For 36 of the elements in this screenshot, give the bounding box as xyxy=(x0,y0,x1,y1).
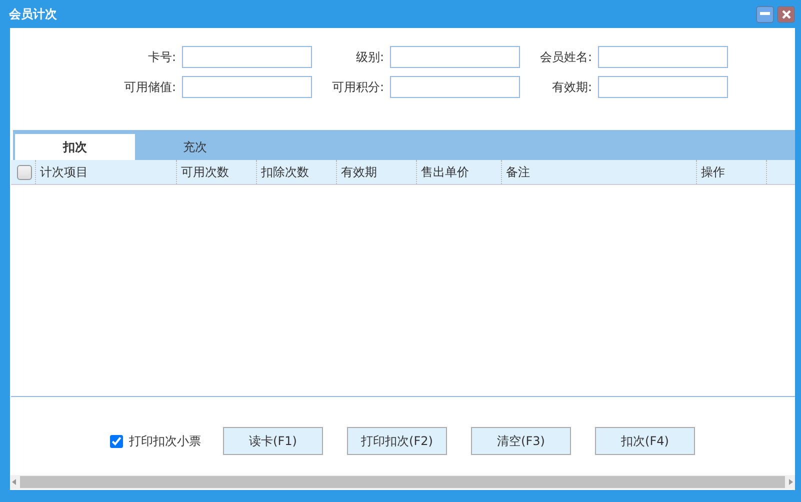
input-field[interactable] xyxy=(598,46,728,68)
field-label: 卡号: xyxy=(146,49,176,66)
tab[interactable]: 充次 xyxy=(135,134,255,160)
window-title: 会员计次 xyxy=(9,6,58,22)
tab[interactable]: 扣次 xyxy=(15,134,135,160)
action-button[interactable]: 扣次(F4) xyxy=(595,427,695,455)
scroll-left-icon[interactable] xyxy=(10,478,18,486)
print-checkbox[interactable] xyxy=(110,434,123,448)
column-header: 操作 xyxy=(701,164,725,180)
field-label: 可用储值: xyxy=(122,79,176,96)
field-label: 有效期: xyxy=(550,79,592,96)
field-label: 会员姓名: xyxy=(538,49,592,66)
action-button[interactable]: 读卡(F1) xyxy=(223,427,323,455)
select-all-checkbox[interactable] xyxy=(17,164,32,180)
column-header: 售出单价 xyxy=(421,164,469,180)
minimize-icon xyxy=(760,12,770,16)
column-header: 有效期 xyxy=(341,164,377,180)
minimize-button[interactable] xyxy=(756,6,774,22)
column-header: 扣除次数 xyxy=(261,164,309,180)
column-header: 可用次数 xyxy=(181,164,229,180)
close-button[interactable] xyxy=(777,6,795,22)
input-field[interactable] xyxy=(182,46,312,68)
close-icon xyxy=(782,10,790,18)
input-field[interactable] xyxy=(390,76,520,98)
field-label: 级别: xyxy=(354,49,384,66)
input-field[interactable] xyxy=(390,46,520,68)
column-header: 计次项目 xyxy=(40,164,88,180)
action-button[interactable]: 打印扣次(F2) xyxy=(347,427,447,455)
horizontal-scrollbar[interactable] xyxy=(10,475,795,489)
input-field[interactable] xyxy=(182,76,312,98)
field-label: 可用积分: xyxy=(330,79,384,96)
input-field[interactable] xyxy=(598,76,728,98)
action-button[interactable]: 清空(F3) xyxy=(471,427,571,455)
scroll-right-icon[interactable] xyxy=(787,478,795,486)
column-header: 备注 xyxy=(506,164,530,180)
checkbox-label: 打印扣次小票 xyxy=(129,432,201,450)
